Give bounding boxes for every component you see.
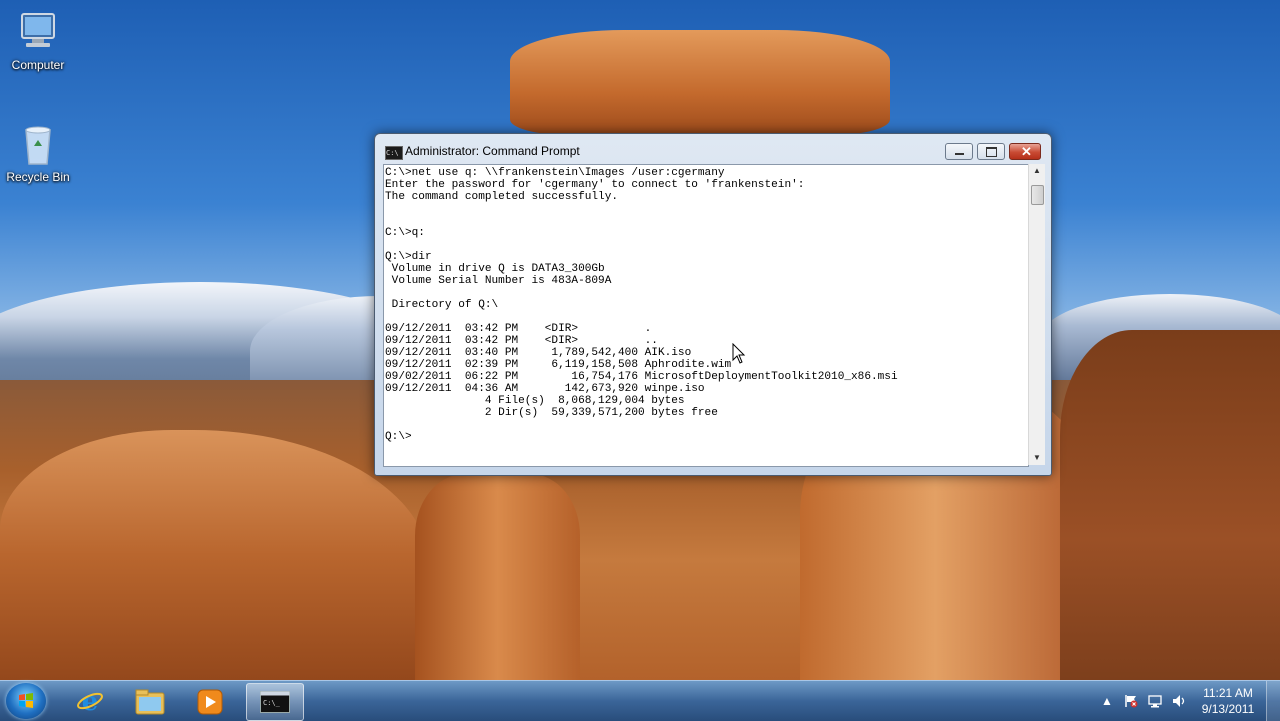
show-hidden-icons-arrow-icon[interactable]: ▲ bbox=[1100, 694, 1114, 708]
minimize-icon bbox=[955, 153, 964, 155]
start-button[interactable] bbox=[6, 683, 46, 719]
restore-icon bbox=[986, 147, 997, 157]
desktop-icon-label: Recycle Bin bbox=[6, 170, 70, 184]
scroll-down-arrow-icon[interactable]: ▼ bbox=[1029, 451, 1045, 465]
console-line: Q:\>dir bbox=[385, 251, 432, 263]
close-button[interactable]: ✕ bbox=[1009, 143, 1041, 160]
command-prompt-icon: C:\_ bbox=[260, 691, 290, 713]
console-line: 09/12/2011 03:42 PM <DIR> . bbox=[385, 323, 652, 335]
console-line: C:\>q: bbox=[385, 227, 425, 239]
console-line: 09/12/2011 03:40 PM 1,789,542,400 AIK.is… bbox=[385, 347, 692, 359]
console-output[interactable]: C:\>net use q: \\frankenstein\Images /us… bbox=[383, 164, 1029, 467]
internet-explorer-icon: e bbox=[77, 688, 103, 714]
media-player-icon bbox=[197, 689, 223, 715]
console-line: 09/12/2011 03:42 PM <DIR> .. bbox=[385, 335, 658, 347]
computer-icon bbox=[14, 8, 62, 56]
svg-text:C:\_: C:\_ bbox=[263, 699, 281, 707]
console-line: 09/12/2011 04:36 AM 142,673,920 winpe.is… bbox=[385, 383, 705, 395]
maximize-button[interactable] bbox=[977, 143, 1005, 160]
taskbar: e C:\_ ▲ 11:21 AM 9/13/2011 bbox=[0, 680, 1280, 721]
wallpaper-arch-top bbox=[510, 30, 890, 135]
minimize-button[interactable] bbox=[945, 143, 973, 160]
desktop-icon-computer[interactable]: Computer bbox=[0, 8, 76, 72]
wallpaper-cliff-right bbox=[1060, 330, 1280, 680]
console-line: The command completed successfully. bbox=[385, 191, 619, 203]
console-text: C:\>net use q: \\frankenstein\Images /us… bbox=[384, 165, 1028, 443]
action-center-flag-icon[interactable] bbox=[1124, 694, 1138, 708]
windows-start-icon bbox=[19, 693, 33, 708]
mouse-pointer-icon bbox=[732, 343, 746, 364]
close-icon: ✕ bbox=[1021, 144, 1032, 159]
console-line: 09/12/2011 02:39 PM 6,119,158,508 Aphrod… bbox=[385, 359, 732, 371]
vertical-scrollbar[interactable]: ▲ ▼ bbox=[1028, 164, 1045, 465]
console-line: 2 Dir(s) 59,339,571,200 bytes free bbox=[385, 407, 718, 419]
console-line: Volume in drive Q is DATA3_300Gb bbox=[385, 263, 605, 275]
window-titlebar[interactable]: C:\ Administrator: Command Prompt ✕ bbox=[375, 134, 1051, 164]
windows-explorer-icon bbox=[135, 689, 165, 715]
volume-icon[interactable] bbox=[1172, 694, 1186, 708]
svg-text:e: e bbox=[82, 688, 99, 714]
desktop-icon-recycle-bin[interactable]: Recycle Bin bbox=[0, 120, 76, 184]
taskbar-windows-explorer[interactable] bbox=[122, 683, 178, 719]
console-line: C:\>net use q: \\frankenstein\Images /us… bbox=[385, 167, 725, 179]
wallpaper-arch-leg-left bbox=[415, 474, 580, 680]
taskbar-clock[interactable]: 11:21 AM 9/13/2011 bbox=[1193, 685, 1263, 717]
window-title: Administrator: Command Prompt bbox=[405, 144, 580, 158]
console-line: 09/02/2011 06:22 PM 16,754,176 Microsoft… bbox=[385, 371, 898, 383]
taskbar-media-player[interactable] bbox=[182, 683, 238, 719]
console-line: Volume Serial Number is 483A-809A bbox=[385, 275, 612, 287]
console-line: 4 File(s) 8,068,129,004 bytes bbox=[385, 395, 685, 407]
recycle-bin-icon bbox=[14, 120, 62, 168]
show-desktop-button[interactable] bbox=[1266, 681, 1280, 721]
desktop-icon-label: Computer bbox=[11, 58, 65, 72]
console-line: Enter the password for 'cgermany' to con… bbox=[385, 179, 805, 191]
network-icon[interactable] bbox=[1148, 694, 1162, 708]
taskbar-internet-explorer[interactable]: e bbox=[62, 683, 118, 719]
command-prompt-window[interactable]: C:\ Administrator: Command Prompt ✕ C:\>… bbox=[374, 133, 1052, 476]
scroll-thumb[interactable] bbox=[1031, 185, 1044, 205]
scroll-up-arrow-icon[interactable]: ▲ bbox=[1029, 164, 1045, 178]
clock-time: 11:21 AM bbox=[1203, 686, 1253, 700]
taskbar-command-prompt[interactable]: C:\_ bbox=[246, 683, 304, 721]
console-line: Q:\> bbox=[385, 431, 412, 443]
command-prompt-title-icon: C:\ bbox=[385, 146, 403, 160]
console-line: Directory of Q:\ bbox=[385, 299, 499, 311]
clock-date: 9/13/2011 bbox=[1201, 702, 1255, 716]
